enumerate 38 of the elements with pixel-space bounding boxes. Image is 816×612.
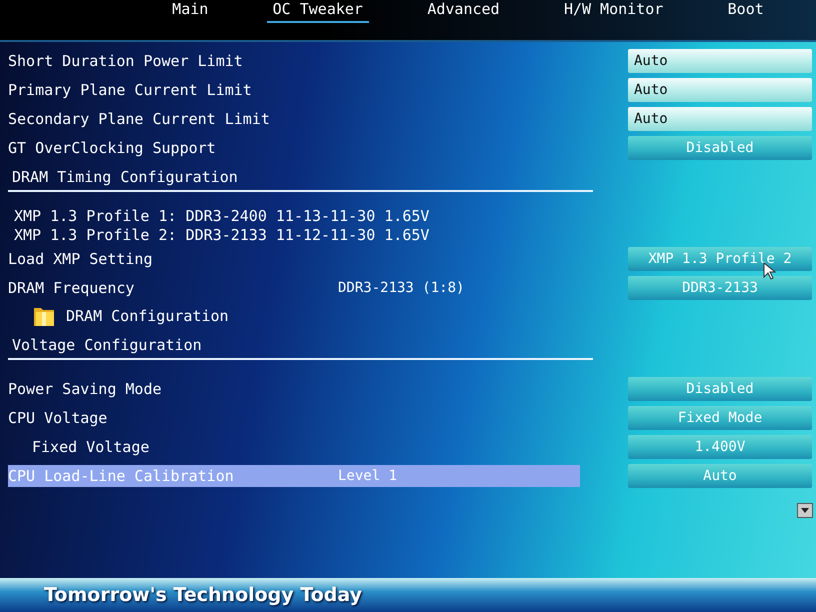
setting-label: DRAM Frequency: [8, 278, 136, 296]
profile-info: XMP 1.3 Profile 1: DDR3-2400 11-13-11-30 1.65V: [13, 206, 430, 225]
setting-value: DDR3-2133 (1:8): [338, 280, 466, 296]
mouse-cursor-icon: [763, 262, 777, 280]
setting-row[interactable]: Fixed Voltage: [8, 436, 580, 458]
tab[interactable]: Boot: [722, 0, 770, 23]
setting-label: Short Duration Power Limit: [8, 52, 244, 70]
setting-label: GT OverClocking Support: [8, 138, 217, 156]
submenu-label[interactable]: DRAM Configuration: [66, 307, 229, 325]
setting-row[interactable]: Secondary Plane Current Limit: [8, 108, 580, 130]
setting-row[interactable]: GT OverClocking Support: [8, 136, 580, 158]
setting-row[interactable]: Primary Plane Current Limit: [8, 78, 580, 100]
profile-info: XMP 1.3 Profile 2: DDR3-2133 11-12-11-30 1.65V: [13, 225, 430, 244]
setting-row[interactable]: Power Saving Mode: [8, 378, 580, 400]
setting-label: Primary Plane Current Limit: [8, 80, 253, 98]
tab[interactable]: Main: [166, 0, 214, 23]
scroll-down-button[interactable]: [797, 503, 813, 518]
section-heading: DRAM Timing Configuration: [11, 168, 239, 188]
setting-row[interactable]: Load XMP Setting: [8, 248, 580, 270]
section-heading: Voltage Configuration: [11, 336, 203, 356]
setting-row[interactable]: CPU Voltage: [8, 406, 580, 428]
setting-row[interactable]: Short Duration Power Limit: [8, 50, 580, 72]
caret-icon: [801, 508, 809, 513]
setting-label: CPU Load-Line Calibration: [8, 466, 235, 484]
setting-row[interactable]: DRAM Frequency DDR3-2133 (1:8): [8, 276, 580, 298]
slogan-text: Tomorrow's Technology Today: [44, 584, 362, 606]
setting-label: Fixed Voltage: [32, 438, 150, 456]
setting-label: Secondary Plane Current Limit: [8, 110, 271, 128]
option-button[interactable]: Auto: [628, 106, 812, 130]
option-button[interactable]: Auto: [628, 48, 812, 72]
setting-value: Level 1: [338, 468, 398, 484]
option-button[interactable]: Auto: [628, 78, 812, 102]
setting-label: Load XMP Setting: [8, 250, 154, 268]
tab[interactable]: OC Tweaker: [266, 0, 369, 23]
setting-label: Power Saving Mode: [8, 380, 163, 398]
tab[interactable]: Advanced: [421, 0, 506, 23]
setting-label: CPU Voltage: [8, 408, 108, 426]
tab[interactable]: H/W Monitor: [558, 0, 670, 23]
